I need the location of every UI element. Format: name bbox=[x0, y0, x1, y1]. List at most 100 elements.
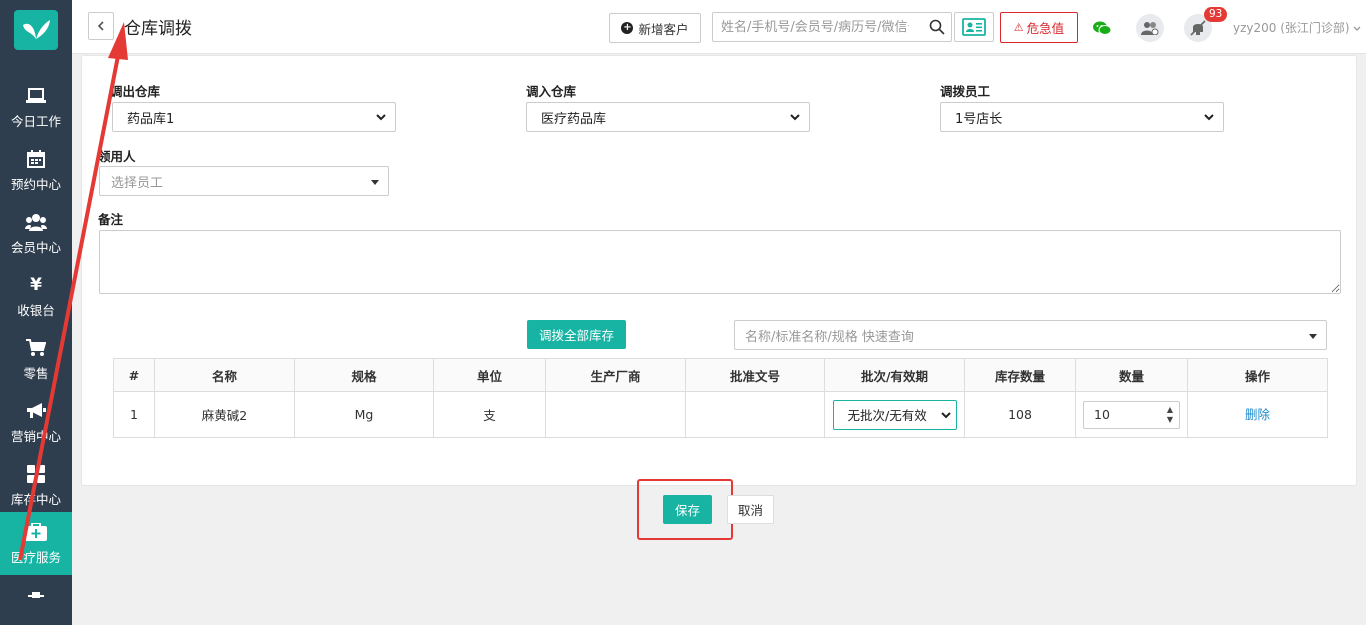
save-button[interactable]: 保存 bbox=[663, 495, 712, 524]
row-index: 1 bbox=[113, 391, 155, 438]
user-menu[interactable]: yzy200 (张江门诊部) bbox=[1233, 19, 1361, 36]
recipient-label: 领用人 bbox=[98, 149, 136, 164]
calendar-icon bbox=[25, 148, 47, 170]
global-search-input[interactable] bbox=[713, 13, 917, 41]
add-customer-label: 新增客户 bbox=[638, 21, 689, 37]
users-icon bbox=[25, 211, 47, 233]
caret-down-icon bbox=[1309, 334, 1317, 339]
out-warehouse-value: 药品库1 bbox=[127, 111, 175, 127]
grid-icon bbox=[25, 463, 47, 485]
id-card-icon bbox=[962, 18, 986, 36]
sidebar-item-label: 库存中心 bbox=[10, 492, 61, 507]
chevron-down-icon bbox=[940, 411, 951, 418]
critical-value-button[interactable]: ⚠ 危急值 bbox=[1000, 12, 1078, 43]
row-stock: 108 bbox=[964, 391, 1076, 438]
row-unit: 支 bbox=[433, 391, 546, 438]
in-warehouse-select[interactable]: 医疗药品库 bbox=[526, 102, 810, 132]
column-header: 生产厂商 bbox=[545, 358, 686, 392]
sidebar-item-cashier[interactable]: ¥ 收银台 bbox=[0, 265, 72, 328]
sidebar-item-label: 今日工作 bbox=[10, 114, 61, 129]
table-row: 1 麻黄碱2 Mg 支 无批次/无有效 108 10 ▲ ▼ 删除 bbox=[113, 391, 1328, 438]
sidebar-item-label: 营销中心 bbox=[10, 429, 61, 444]
row-name: 麻黄碱2 bbox=[154, 391, 295, 438]
sidebar-item-members[interactable]: 会员中心 bbox=[0, 202, 72, 265]
bell-off-icon bbox=[1190, 20, 1206, 36]
medical-kit-icon bbox=[25, 521, 47, 543]
megaphone-icon bbox=[25, 400, 47, 422]
back-button[interactable] bbox=[88, 12, 114, 40]
sidebar-item-today-work[interactable]: 今日工作 bbox=[0, 76, 72, 139]
add-customer-button[interactable]: + 新增客户 bbox=[609, 13, 701, 43]
critical-value-label: 危急值 bbox=[1026, 21, 1065, 36]
column-header: 批次/有效期 bbox=[824, 358, 965, 392]
sidebar-item-label: 会员中心 bbox=[10, 240, 61, 255]
in-warehouse-value: 医疗药品库 bbox=[541, 111, 607, 127]
sidebar-item-label: 医疗服务 bbox=[10, 550, 61, 565]
spinner-arrows-icon[interactable]: ▲ ▼ bbox=[1167, 405, 1173, 425]
transfer-form-panel: 调出仓库 药品库1 调入仓库 医疗药品库 调拨员工 1号店长 领用人 选择员工 … bbox=[81, 55, 1357, 486]
staff-value: 1号店长 bbox=[955, 111, 1003, 127]
id-card-button[interactable] bbox=[954, 12, 994, 42]
quick-query-select[interactable]: 名称/标准名称/规格 快速查询 bbox=[734, 320, 1327, 350]
column-header: 名称 bbox=[154, 358, 295, 392]
table-header-row: # 名称 规格 单位 生产厂商 批准文号 批次/有效期 库存数量 数量 操作 bbox=[113, 358, 1328, 392]
staff-select[interactable]: 1号店长 bbox=[940, 102, 1224, 132]
page-title: 仓库调拨 bbox=[124, 19, 192, 39]
sidebar-item-marketing[interactable]: 营销中心 bbox=[0, 391, 72, 454]
quantity-value: 10 bbox=[1094, 407, 1110, 422]
sidebar-item-medical-service[interactable]: 医疗服务 bbox=[0, 512, 72, 575]
row-batch-cell: 无批次/无有效 bbox=[824, 391, 965, 438]
global-search bbox=[712, 12, 952, 42]
sidebar-item-more[interactable] bbox=[0, 578, 72, 618]
sidebar-item-label: 零售 bbox=[23, 366, 49, 381]
plugin-icon bbox=[25, 585, 47, 607]
yen-icon: ¥ bbox=[30, 275, 42, 295]
cancel-button[interactable]: 取消 bbox=[727, 495, 774, 524]
sidebar-item-inventory[interactable]: 库存中心 bbox=[0, 454, 72, 517]
sidebar-item-appointments[interactable]: 预约中心 bbox=[0, 139, 72, 202]
sidebar-item-label: 预约中心 bbox=[10, 177, 61, 192]
top-header: 仓库调拨 + 新增客户 ⚠ 危急值 93 yzy200 (张江门诊部) bbox=[72, 0, 1366, 54]
user-name: yzy200 (张江门诊部) bbox=[1233, 21, 1350, 35]
user-group-icon bbox=[1141, 22, 1159, 35]
remark-textarea[interactable] bbox=[99, 230, 1341, 294]
wechat-button[interactable] bbox=[1088, 14, 1116, 42]
recipient-select[interactable]: 选择员工 bbox=[99, 166, 389, 196]
notification-badge: 93 bbox=[1204, 7, 1228, 22]
in-warehouse-label: 调入仓库 bbox=[526, 84, 577, 99]
column-header: # bbox=[113, 358, 155, 392]
quantity-stepper[interactable]: 10 ▲ ▼ bbox=[1083, 400, 1180, 429]
remark-label: 备注 bbox=[98, 212, 124, 227]
laptop-icon bbox=[25, 85, 47, 107]
transfer-items-table: # 名称 规格 单位 生产厂商 批准文号 批次/有效期 库存数量 数量 操作 1… bbox=[113, 358, 1328, 438]
plus-circle-icon: + bbox=[621, 22, 634, 34]
search-icon[interactable] bbox=[929, 19, 945, 39]
out-warehouse-label: 调出仓库 bbox=[110, 84, 161, 99]
transfer-all-stock-button[interactable]: 调拨全部库存 bbox=[527, 320, 626, 349]
chevron-left-icon bbox=[97, 21, 104, 31]
sidebar-item-label: 收银台 bbox=[17, 303, 55, 318]
delete-row-link[interactable]: 删除 bbox=[1245, 404, 1270, 423]
out-warehouse-select[interactable]: 药品库1 bbox=[112, 102, 396, 132]
row-action-cell: 删除 bbox=[1187, 391, 1328, 438]
chevron-down-icon bbox=[1204, 114, 1214, 121]
row-spec: Mg bbox=[294, 391, 434, 438]
column-header: 库存数量 bbox=[964, 358, 1076, 392]
sidebar-item-retail[interactable]: 零售 bbox=[0, 328, 72, 391]
column-header: 操作 bbox=[1187, 358, 1328, 392]
column-header: 数量 bbox=[1075, 358, 1188, 392]
batch-select[interactable]: 无批次/无有效 bbox=[832, 399, 957, 430]
batch-value: 无批次/无有效 bbox=[847, 408, 927, 423]
column-header: 规格 bbox=[294, 358, 434, 392]
staff-status-button[interactable] bbox=[1136, 14, 1164, 42]
column-header: 批准文号 bbox=[685, 358, 825, 392]
alert-stamp-icon: ⚠ bbox=[1013, 21, 1024, 34]
app-logo[interactable] bbox=[14, 10, 58, 50]
staff-label: 调拨员工 bbox=[940, 84, 991, 99]
column-header: 单位 bbox=[433, 358, 546, 392]
cart-icon bbox=[25, 337, 47, 359]
row-approval-no bbox=[685, 391, 825, 438]
chevron-down-icon bbox=[1353, 26, 1361, 31]
chevron-down-icon bbox=[376, 114, 386, 121]
row-quantity-cell: 10 ▲ ▼ bbox=[1075, 391, 1188, 438]
